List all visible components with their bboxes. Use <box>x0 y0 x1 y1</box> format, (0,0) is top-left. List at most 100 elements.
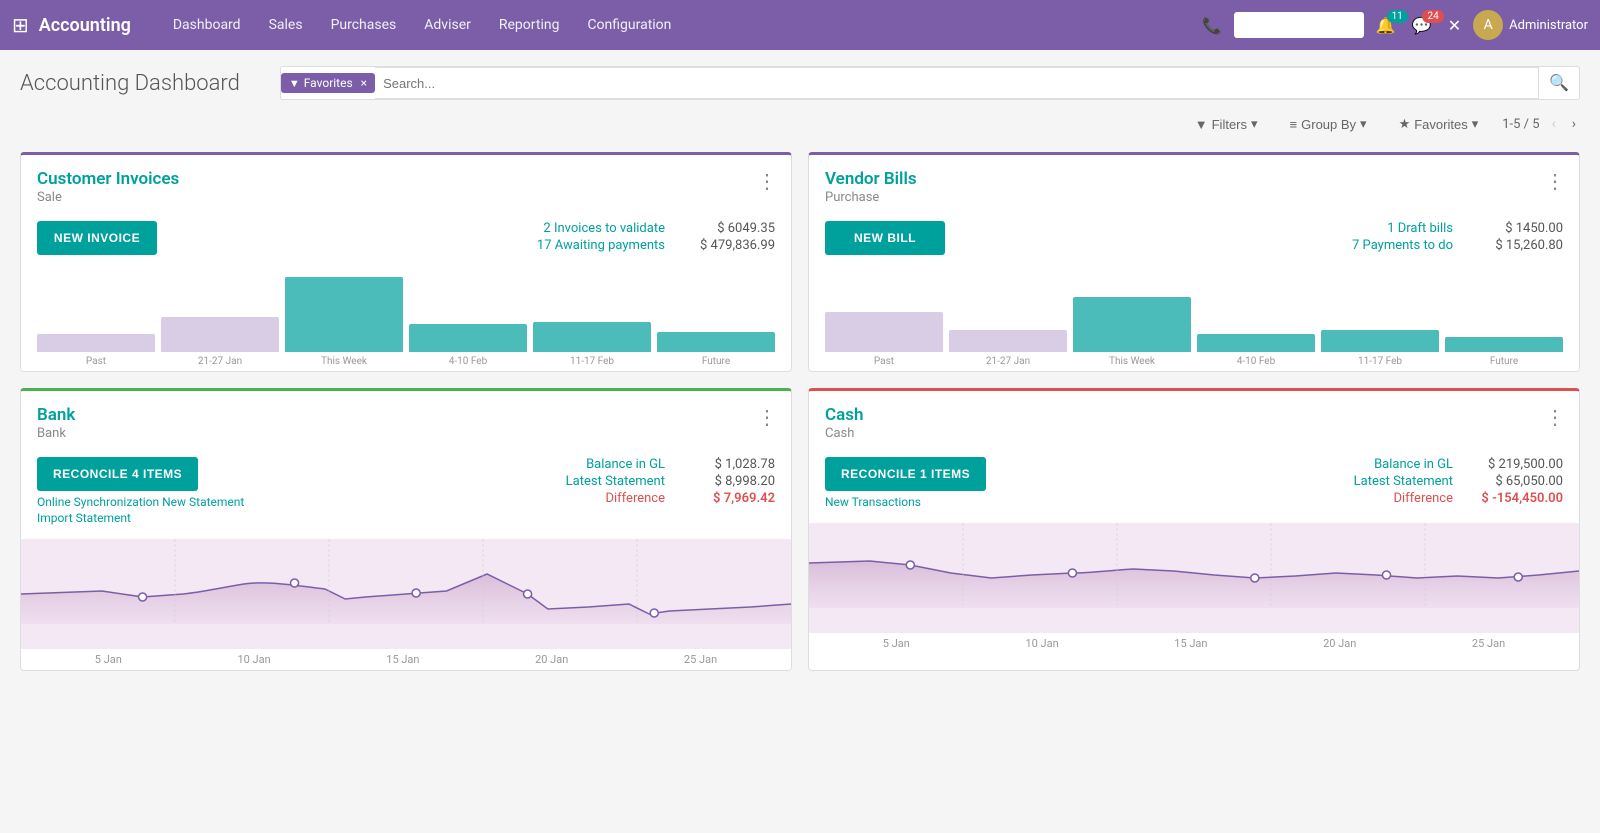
vendor-bills-header: Vendor Bills Purchase ⋮ <box>809 155 1579 213</box>
bell-count: 11 <box>1387 10 1408 23</box>
stat2-label[interactable]: 17 Awaiting payments <box>537 238 665 253</box>
vb-bar-this-week: This Week <box>1073 297 1191 367</box>
toolbar: Accounting Dashboard ▼ Favorites × 🔍 <box>20 66 1580 100</box>
bar <box>1197 334 1315 352</box>
dashboard-grid: Customer Invoices Sale ⋮ NEW INVOICE 2 I… <box>20 152 1580 671</box>
search-box[interactable]: ▼ Favorites × 🔍 <box>280 66 1580 100</box>
bell-badge[interactable]: 🔔 11 <box>1372 16 1400 35</box>
cash-body: RECONCILE 1 ITEMS New Transactions Balan… <box>809 449 1579 523</box>
groupby-icon: ≡ <box>1290 117 1298 132</box>
cash-svg <box>809 523 1579 608</box>
bank-subtitle: Bank <box>37 426 775 441</box>
new-invoice-button[interactable]: NEW INVOICE <box>37 221 157 255</box>
cash-label-2: 10 Jan <box>1025 637 1058 650</box>
vendor-bills-chart: Past 21-27 Jan This Week 4-10 Feb <box>809 267 1579 371</box>
bank-label-2: 10 Jan <box>237 653 270 666</box>
vb-stat1-label[interactable]: 1 Draft bills <box>1387 221 1453 236</box>
vb-bar-11-17feb: 11-17 Feb <box>1321 330 1439 367</box>
filters-button[interactable]: ▼ Filters ▾ <box>1187 112 1266 136</box>
topnav-right: 📞 🔔 11 💬 24 ✕ A Administrator <box>1198 10 1588 40</box>
prev-page[interactable]: ‹ <box>1548 114 1560 134</box>
cash-line-labels: 5 Jan 10 Jan 15 Jan 20 Jan 25 Jan <box>809 633 1579 654</box>
filter-bar: ▼ Filters ▾ ≡ Group By ▾ ★ Favorites ▾ 1… <box>20 112 1580 136</box>
vendor-bills-bars: Past 21-27 Jan This Week 4-10 Feb <box>809 267 1579 367</box>
customer-invoices-header: Customer Invoices Sale ⋮ <box>21 155 791 213</box>
favorites-button[interactable]: ★ Favorites ▾ <box>1391 112 1487 136</box>
nav-sales[interactable]: Sales <box>257 11 315 39</box>
vendor-bills-subtitle: Purchase <box>825 190 1563 205</box>
bar-future: Future <box>657 332 775 367</box>
vb-bar-21-27jan: 21-27 Jan <box>949 330 1067 367</box>
bank-card: Bank Bank ⋮ RECONCILE 4 ITEMS Online Syn… <box>20 388 792 671</box>
bar <box>825 312 943 352</box>
bar <box>285 277 403 352</box>
bank-left: RECONCILE 4 ITEMS Online Synchronization… <box>37 457 244 527</box>
nav-purchases[interactable]: Purchases <box>319 11 409 39</box>
filter-tag: ▼ Favorites × <box>281 73 375 93</box>
vb-bar-past: Past <box>825 312 943 367</box>
cash-header: Cash Cash ⋮ <box>809 391 1579 449</box>
bank-menu[interactable]: ⋮ <box>757 405 777 429</box>
filter-funnel-icon: ▼ <box>1195 117 1208 132</box>
new-bill-button[interactable]: NEW BILL <box>825 221 945 255</box>
cash-stats: Balance in GL $ 219,500.00 Latest Statem… <box>1006 457 1563 508</box>
reconcile-4-button[interactable]: RECONCILE 4 ITEMS <box>37 457 198 491</box>
vendor-bills-body: NEW BILL 1 Draft bills $ 1450.00 7 Payme… <box>809 213 1579 267</box>
nav-adviser[interactable]: Adviser <box>412 11 483 39</box>
filter-icon: ▼ <box>289 77 300 90</box>
next-page[interactable]: › <box>1568 114 1580 134</box>
vb-stat2-label[interactable]: 7 Payments to do <box>1352 238 1453 253</box>
stat1-value: $ 6049.35 <box>685 221 775 236</box>
bank-label-5: 25 Jan <box>684 653 717 666</box>
bank-stat1-value: $ 1,028.78 <box>685 457 775 472</box>
bar <box>533 322 651 352</box>
app-brand: Accounting <box>39 15 131 36</box>
cash-left: RECONCILE 1 ITEMS New Transactions <box>825 457 986 511</box>
cash-label-5: 25 Jan <box>1472 637 1505 650</box>
star-icon: ★ <box>1399 116 1411 132</box>
top-navigation: ⊞ Accounting Dashboard Sales Purchases A… <box>0 0 1600 50</box>
cash-stat2-value: $ 65,050.00 <box>1473 474 1563 489</box>
main-content: Accounting Dashboard ▼ Favorites × 🔍 ▼ F… <box>0 50 1600 687</box>
vb-stat2-value: $ 15,260.80 <box>1473 238 1563 253</box>
msg-count: 24 <box>1422 10 1443 23</box>
nav-reporting[interactable]: Reporting <box>487 11 572 39</box>
nav-dashboard[interactable]: Dashboard <box>161 11 253 39</box>
phone-icon[interactable]: 📞 <box>1198 12 1226 39</box>
stat2-value: $ 479,836.99 <box>685 238 775 253</box>
cash-stat3-label: Difference <box>1393 491 1453 506</box>
cash-stat2-label: Latest Statement <box>1354 474 1453 489</box>
cash-menu[interactable]: ⋮ <box>1545 405 1565 429</box>
search-input[interactable] <box>375 67 1539 99</box>
customer-invoices-stats: 2 Invoices to validate $ 6049.35 17 Awai… <box>177 221 775 255</box>
msg-badge[interactable]: 💬 24 <box>1408 16 1436 35</box>
bar <box>409 324 527 352</box>
search-area: ▼ Favorites × 🔍 <box>280 66 1580 100</box>
vendor-bills-menu[interactable]: ⋮ <box>1545 169 1565 193</box>
bank-stat2-value: $ 8,998.20 <box>685 474 775 489</box>
bar <box>1321 330 1439 352</box>
cash-line-chart <box>809 523 1579 633</box>
cash-card: Cash Cash ⋮ RECONCILE 1 ITEMS New Transa… <box>808 388 1580 671</box>
cash-label-3: 15 Jan <box>1174 637 1207 650</box>
bar <box>949 330 1067 352</box>
close-icon[interactable]: ✕ <box>1444 12 1465 39</box>
cash-label-1: 5 Jan <box>883 637 910 650</box>
cash-label-4: 20 Jan <box>1323 637 1356 650</box>
bank-svg <box>21 539 791 624</box>
topnav-search[interactable] <box>1234 12 1364 38</box>
stat1-label[interactable]: 2 Invoices to validate <box>543 221 665 236</box>
cash-link1[interactable]: New Transactions <box>825 495 986 509</box>
bank-label-3: 15 Jan <box>386 653 419 666</box>
reconcile-1-button[interactable]: RECONCILE 1 ITEMS <box>825 457 986 491</box>
bank-link1[interactable]: Online Synchronization New Statement <box>37 495 244 509</box>
search-button[interactable]: 🔍 <box>1539 68 1579 98</box>
cash-links: New Transactions <box>825 495 986 509</box>
groupby-button[interactable]: ≡ Group By ▾ <box>1282 112 1375 136</box>
nav-configuration[interactable]: Configuration <box>575 11 683 39</box>
customer-invoices-menu[interactable]: ⋮ <box>757 169 777 193</box>
filter-tag-remove[interactable]: × <box>361 76 367 90</box>
user-menu[interactable]: A Administrator <box>1473 10 1588 40</box>
grid-icon[interactable]: ⊞ <box>12 13 29 37</box>
bank-link2[interactable]: Import Statement <box>37 511 244 525</box>
